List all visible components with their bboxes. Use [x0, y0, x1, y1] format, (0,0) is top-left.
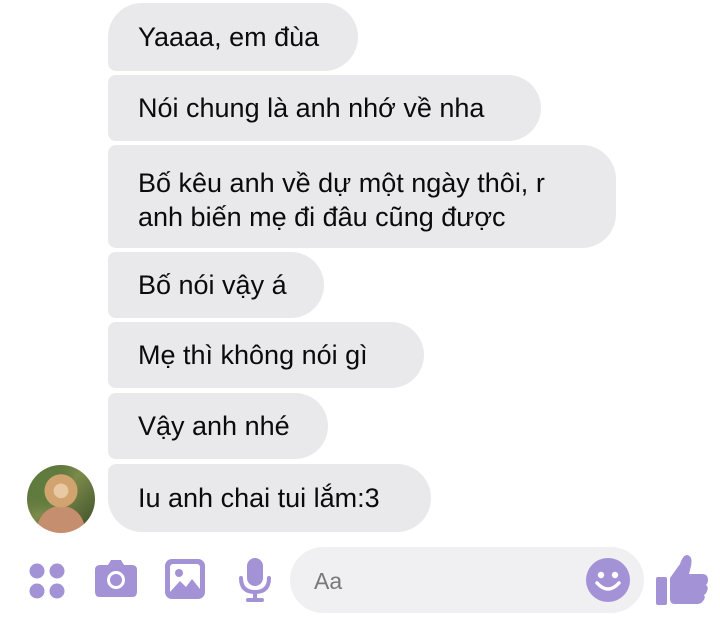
message-text: Mẹ thì không nói gì: [138, 340, 368, 370]
message-bubble[interactable]: Bố kêu anh về dự một ngày thôi, r anh bi…: [108, 145, 616, 248]
message-text: Bố nói vậy á: [138, 270, 287, 300]
message-bubble[interactable]: Iu anh chai tui lắm:3: [108, 464, 431, 532]
message-bubble[interactable]: Bố nói vậy á: [108, 252, 324, 318]
message-text: Bố kêu anh về dự một ngày thôi, r anh bi…: [138, 168, 545, 232]
microphone-icon[interactable]: [238, 557, 272, 603]
message-text: Nói chung là anh nhớ về nha: [138, 93, 485, 123]
message-input[interactable]: [312, 561, 586, 601]
message-bubble[interactable]: Mẹ thì không nói gì: [108, 322, 424, 388]
thumbs-up-icon[interactable]: [655, 552, 711, 608]
message-bubble[interactable]: Nói chung là anh nhớ về nha: [108, 75, 541, 141]
apps-icon[interactable]: [27, 561, 67, 601]
message-text: Yaaaa, em đùa: [138, 22, 320, 52]
message-input-box[interactable]: [290, 547, 644, 613]
gallery-icon[interactable]: [165, 559, 205, 599]
emoji-icon[interactable]: [585, 557, 631, 603]
message-text: Iu anh chai tui lắm:3: [138, 483, 380, 513]
message-text: Vậy anh nhé: [138, 411, 290, 441]
avatar[interactable]: [27, 465, 95, 533]
message-bubble[interactable]: Vậy anh nhé: [108, 393, 328, 459]
camera-icon[interactable]: [94, 559, 138, 599]
message-bubble[interactable]: Yaaaa, em đùa: [108, 3, 358, 71]
